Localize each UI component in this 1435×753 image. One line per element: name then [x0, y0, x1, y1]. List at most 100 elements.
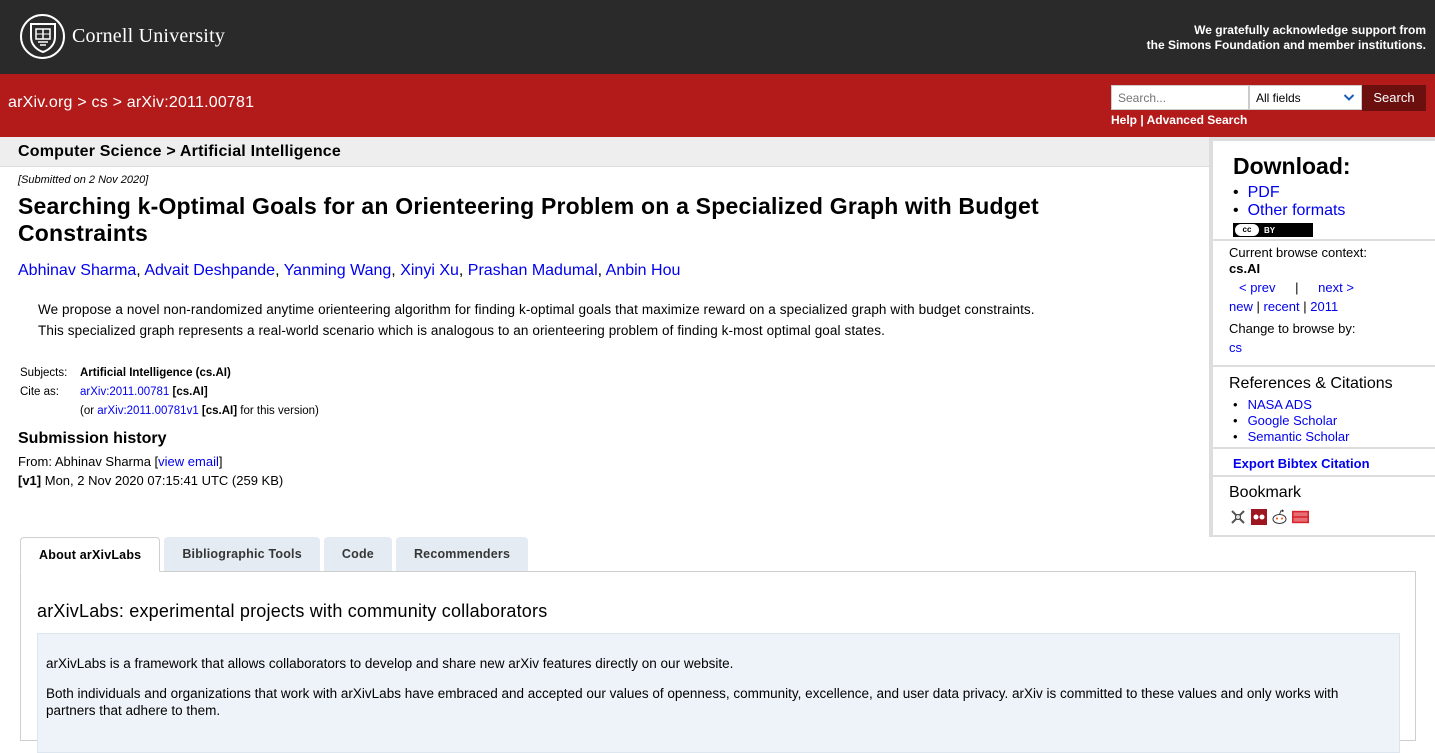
prev-next-nav: < prev | next >: [1239, 280, 1354, 295]
labs-tabs: About arXivLabs Bibliographic Tools Code…: [20, 537, 532, 572]
labs-description: arXivLabs is a framework that allows col…: [37, 633, 1400, 753]
breadcrumb-separator: >: [112, 94, 123, 111]
year-link[interactable]: 2011: [1310, 299, 1338, 314]
tab-recommenders[interactable]: Recommenders: [395, 537, 529, 572]
search-field-value: All fields: [1256, 91, 1301, 105]
tab-about-arxivlabs[interactable]: About arXivLabs: [20, 537, 161, 572]
bookmark-title: Bookmark: [1229, 484, 1302, 501]
author-link[interactable]: Yanming Wang: [284, 262, 392, 279]
abstract-line: This specialized graph represents a real…: [38, 323, 885, 338]
breadcrumb-cs[interactable]: cs: [92, 94, 108, 111]
author-link[interactable]: Xinyi Xu: [400, 262, 459, 279]
cc-by-icon[interactable]: cc BY: [1233, 223, 1313, 237]
other-formats-link[interactable]: Other formats: [1248, 202, 1346, 219]
bookmark-icons: [1229, 509, 1309, 525]
version-label: [v1]: [18, 473, 42, 488]
tab-bibliographic-tools[interactable]: Bibliographic Tools: [164, 537, 320, 572]
author-link[interactable]: Advait Deshpande: [144, 262, 275, 279]
download-title: Download:: [1233, 153, 1351, 179]
support-line-1: We gratefully acknowledge support from: [1194, 23, 1426, 37]
cornell-banner: Cornell University We gratefully acknowl…: [0, 0, 1435, 74]
download-panel: Download: PDF Other formats cc BY: [1213, 141, 1435, 239]
semantic-scholar-link[interactable]: Semantic Scholar: [1248, 429, 1350, 444]
author-list: Abhinav Sharma, Advait Deshpande, Yanmin…: [18, 262, 681, 279]
mendeley-icon[interactable]: [1250, 509, 1267, 525]
help-link[interactable]: Help: [1111, 113, 1137, 127]
references-title: References & Citations: [1229, 375, 1393, 392]
change-browse-label: Change to browse by:: [1229, 321, 1356, 336]
labs-paragraph: arXivLabs is a framework that allows col…: [46, 656, 734, 671]
cite-id-link[interactable]: arXiv:2011.00781: [80, 386, 169, 398]
download-list: PDF Other formats: [1233, 184, 1346, 220]
browse-cs-link[interactable]: cs: [1229, 340, 1242, 355]
browse-context-panel: Current browse context: cs.AI < prev | n…: [1213, 241, 1435, 365]
support-acknowledgement: We gratefully acknowledge support from t…: [1147, 23, 1426, 53]
bibsonomy-icon[interactable]: [1229, 509, 1246, 525]
cc-label: cc: [1235, 224, 1259, 236]
google-scholar-link[interactable]: Google Scholar: [1248, 413, 1338, 428]
cornell-seal-icon: [20, 14, 65, 59]
references-panel: References & Citations NASA ADS Google S…: [1213, 367, 1435, 447]
pdf-link[interactable]: PDF: [1248, 184, 1280, 201]
list-links: new | recent | 2011: [1229, 299, 1338, 314]
advanced-search-link[interactable]: Advanced Search: [1147, 113, 1248, 127]
search-field-select[interactable]: All fields: [1249, 85, 1362, 110]
breadcrumb-arxiv[interactable]: arXiv.org: [8, 94, 73, 111]
breadcrumb-paper-id[interactable]: arXiv:2011.00781: [127, 94, 254, 111]
new-link[interactable]: new: [1229, 299, 1253, 314]
search-button[interactable]: Search: [1362, 85, 1426, 111]
category-path: Computer Science > Artificial Intelligen…: [18, 143, 342, 160]
author-link[interactable]: Anbin Hou: [606, 262, 681, 279]
cite-row: Cite as: arXiv:2011.00781 [cs.AI]: [20, 383, 319, 402]
labs-panel: arXivLabs: experimental projects with co…: [20, 571, 1416, 753]
subjects-label: Subjects:: [20, 367, 68, 379]
prev-link[interactable]: < prev: [1239, 280, 1276, 295]
category-subheader: Computer Science > Artificial Intelligen…: [0, 137, 1209, 167]
search-help-links: Help | Advanced Search: [1111, 113, 1247, 127]
chevron-down-icon: [1343, 91, 1355, 106]
browse-cs-container: cs: [1229, 340, 1242, 355]
submission-history-title: Submission history: [18, 430, 167, 447]
cite-version-prefix: (or: [80, 405, 95, 417]
submission-from-prefix: From: Abhinav Sharma [: [18, 454, 159, 469]
cite-version-link[interactable]: arXiv:2011.00781v1: [97, 405, 198, 417]
browse-context-label: Current browse context:: [1229, 245, 1368, 260]
browse-context-value: cs.AI: [1229, 261, 1261, 276]
author-link[interactable]: Abhinav Sharma: [18, 262, 136, 279]
author-link[interactable]: Prashan Madumal: [468, 262, 598, 279]
cite-version-category: [cs.AI]: [201, 405, 238, 417]
recent-link[interactable]: recent: [1264, 299, 1300, 314]
submission-date: [Submitted on 2 Nov 2020]: [18, 174, 149, 186]
link-separator: |: [1140, 113, 1144, 127]
sciencewise-icon[interactable]: [1292, 509, 1309, 525]
right-sidebar: Download: PDF Other formats cc BY Curren…: [1209, 137, 1435, 537]
tab-code[interactable]: Code: [323, 537, 392, 572]
nav-separator: |: [1303, 299, 1307, 314]
breadcrumb-separator: >: [77, 94, 87, 111]
support-line-2: the Simons Foundation and member institu…: [1146, 38, 1426, 52]
version-text: Mon, 2 Nov 2020 07:15:41 UTC (259 KB): [44, 473, 284, 488]
labs-paragraph: Both individuals and organizations that …: [46, 686, 1339, 718]
abstract-line: We propose a novel non-randomized anytim…: [38, 302, 1035, 317]
reddit-icon[interactable]: [1271, 509, 1288, 525]
search-input[interactable]: [1111, 85, 1249, 110]
labs-title: arXivLabs: experimental projects with co…: [37, 601, 548, 621]
subjects-value: Artificial Intelligence (cs.AI): [80, 367, 231, 379]
subjects-row: Subjects: Artificial Intelligence (cs.AI…: [20, 364, 319, 383]
arxiv-header: arXiv.org > cs > arXiv:2011.00781 All fi…: [0, 74, 1435, 137]
paper-title: Searching k-Optimal Goals for an Oriente…: [18, 193, 1039, 246]
cornell-logo[interactable]: Cornell University: [20, 14, 225, 59]
breadcrumb: arXiv.org > cs > arXiv:2011.00781: [8, 94, 254, 112]
cite-category: [cs.AI]: [172, 386, 208, 398]
metadata-table: Subjects: Artificial Intelligence (cs.AI…: [20, 364, 319, 421]
export-bibtex-link[interactable]: Export Bibtex Citation: [1233, 456, 1370, 471]
nasa-ads-link[interactable]: NASA ADS: [1248, 397, 1312, 412]
cornell-wordmark: Cornell University: [72, 25, 226, 47]
cite-label: Cite as:: [20, 386, 59, 398]
cite-version-suffix: for this version): [240, 405, 319, 417]
next-link[interactable]: next >: [1318, 280, 1354, 295]
nav-separator: |: [1256, 299, 1260, 314]
nav-separator: |: [1295, 280, 1299, 295]
view-email-link[interactable]: view email: [158, 454, 219, 469]
submission-from: From: Abhinav Sharma [view email]: [18, 454, 222, 469]
